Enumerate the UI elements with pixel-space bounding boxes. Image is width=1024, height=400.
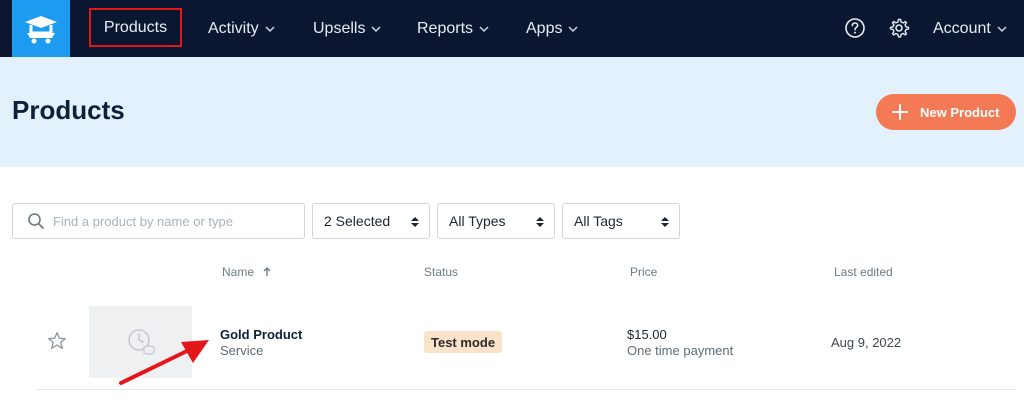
price-note: One time payment xyxy=(627,343,734,358)
annotation-arrow-icon xyxy=(119,340,209,385)
logo-icon xyxy=(25,15,57,43)
nav-products[interactable]: Products xyxy=(89,8,182,47)
product-name-link[interactable]: Gold Product xyxy=(220,327,302,342)
chevron-down-icon xyxy=(997,25,1007,32)
search-box xyxy=(12,203,305,239)
account-label: Account xyxy=(933,19,991,37)
type-filter-value: All Types xyxy=(449,213,506,229)
nav-upsells[interactable]: Upsells xyxy=(313,0,381,57)
nav-reports[interactable]: Reports xyxy=(417,0,489,57)
plus-icon xyxy=(892,104,908,120)
page-header xyxy=(0,57,1024,167)
sort-arrows-icon xyxy=(411,217,419,227)
chevron-down-icon xyxy=(568,25,578,32)
search-icon xyxy=(28,213,44,229)
status-filter-value: 2 Selected xyxy=(324,213,391,229)
help-icon[interactable] xyxy=(844,17,866,39)
chevron-down-icon xyxy=(371,25,381,32)
column-header-status: Status xyxy=(424,265,459,279)
gear-icon[interactable] xyxy=(888,17,910,39)
logo[interactable] xyxy=(12,0,70,57)
product-type: Service xyxy=(220,343,264,358)
nav-apps-label: Apps xyxy=(526,19,563,37)
search-input[interactable] xyxy=(53,213,293,229)
nav-upsells-label: Upsells xyxy=(313,19,366,37)
nav-activity[interactable]: Activity xyxy=(208,0,275,57)
sort-arrows-icon xyxy=(536,217,544,227)
tag-filter-value: All Tags xyxy=(574,213,623,229)
top-navigation: Products Activity Upsells Reports Apps A… xyxy=(0,0,1024,57)
nav-activity-label: Activity xyxy=(208,19,259,37)
page-title: Products xyxy=(12,95,125,125)
nav-products-label: Products xyxy=(103,18,168,36)
product-price: $15.00 xyxy=(627,327,667,342)
tag-filter-select[interactable]: All Tags xyxy=(562,203,680,239)
column-header-price: Price xyxy=(630,265,658,279)
column-header-name[interactable]: Name xyxy=(222,265,272,279)
nav-apps[interactable]: Apps xyxy=(526,0,578,57)
chevron-down-icon xyxy=(265,25,275,32)
column-header-last-edited: Last edited xyxy=(834,265,893,279)
sort-arrows-icon xyxy=(661,217,669,227)
account-menu[interactable]: Account xyxy=(933,0,1007,57)
type-filter-select[interactable]: All Types xyxy=(437,203,555,239)
column-header-name-label: Name xyxy=(222,265,255,279)
last-edited-date: Aug 9, 2022 xyxy=(831,335,902,350)
status-badge: Test mode xyxy=(424,331,503,353)
status-filter-select[interactable]: 2 Selected xyxy=(312,203,430,239)
new-product-button[interactable]: New Product xyxy=(876,94,1016,130)
chevron-down-icon xyxy=(479,25,489,32)
nav-reports-label: Reports xyxy=(417,19,474,37)
sort-up-arrow-icon xyxy=(263,267,271,276)
star-icon[interactable] xyxy=(47,331,67,351)
new-product-label: New Product xyxy=(920,104,1000,120)
